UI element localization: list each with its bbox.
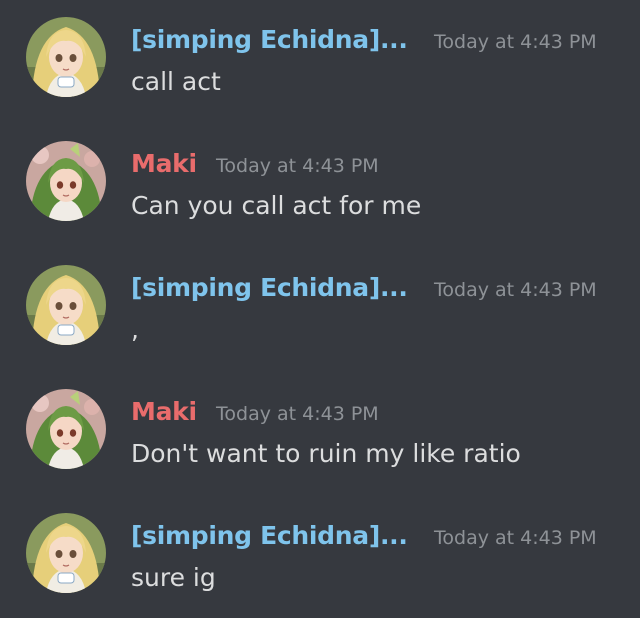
avatar[interactable] — [26, 513, 106, 593]
avatar[interactable] — [26, 265, 106, 345]
username[interactable]: [simping Echidna]... — [131, 273, 408, 302]
username[interactable]: [simping Echidna]... — [131, 521, 408, 550]
username[interactable]: Maki — [131, 149, 197, 178]
message-content: , — [131, 315, 139, 344]
message-header: Maki Today at 4:43 PM — [131, 149, 379, 185]
blonde-anime-girl-avatar — [26, 513, 106, 593]
timestamp: Today at 4:43 PM — [434, 527, 597, 549]
timestamp: Today at 4:43 PM — [434, 279, 597, 301]
chat-message: [simping Echidna]... Today at 4:43 PM ca… — [0, 17, 640, 127]
message-header: [simping Echidna]... Today at 4:43 PM — [131, 273, 597, 309]
blonde-anime-girl-avatar — [26, 17, 106, 97]
username[interactable]: [simping Echidna]... — [131, 25, 408, 54]
timestamp: Today at 4:43 PM — [216, 155, 379, 177]
avatar[interactable] — [26, 141, 106, 221]
avatar[interactable] — [26, 17, 106, 97]
message-content: call act — [131, 67, 221, 96]
message-header: Maki Today at 4:43 PM — [131, 397, 379, 433]
avatar[interactable] — [26, 389, 106, 469]
green-haired-anime-girl-avatar — [26, 389, 106, 469]
chat-message-list: [simping Echidna]... Today at 4:43 PM ca… — [0, 0, 640, 618]
green-haired-anime-girl-avatar — [26, 141, 106, 221]
message-content: sure ig — [131, 563, 216, 592]
message-content: Don't want to ruin my like ratio — [131, 439, 521, 468]
username[interactable]: Maki — [131, 397, 197, 426]
chat-message: Maki Today at 4:43 PM Don't want to ruin… — [0, 389, 640, 499]
timestamp: Today at 4:43 PM — [434, 31, 597, 53]
timestamp: Today at 4:43 PM — [216, 403, 379, 425]
blonde-anime-girl-avatar — [26, 265, 106, 345]
chat-message: Maki Today at 4:43 PM Can you call act f… — [0, 141, 640, 251]
message-header: [simping Echidna]... Today at 4:43 PM — [131, 521, 597, 557]
message-header: [simping Echidna]... Today at 4:43 PM — [131, 25, 597, 61]
message-content: Can you call act for me — [131, 191, 422, 220]
chat-message: [simping Echidna]... Today at 4:43 PM su… — [0, 513, 640, 618]
chat-message: [simping Echidna]... Today at 4:43 PM , — [0, 265, 640, 375]
